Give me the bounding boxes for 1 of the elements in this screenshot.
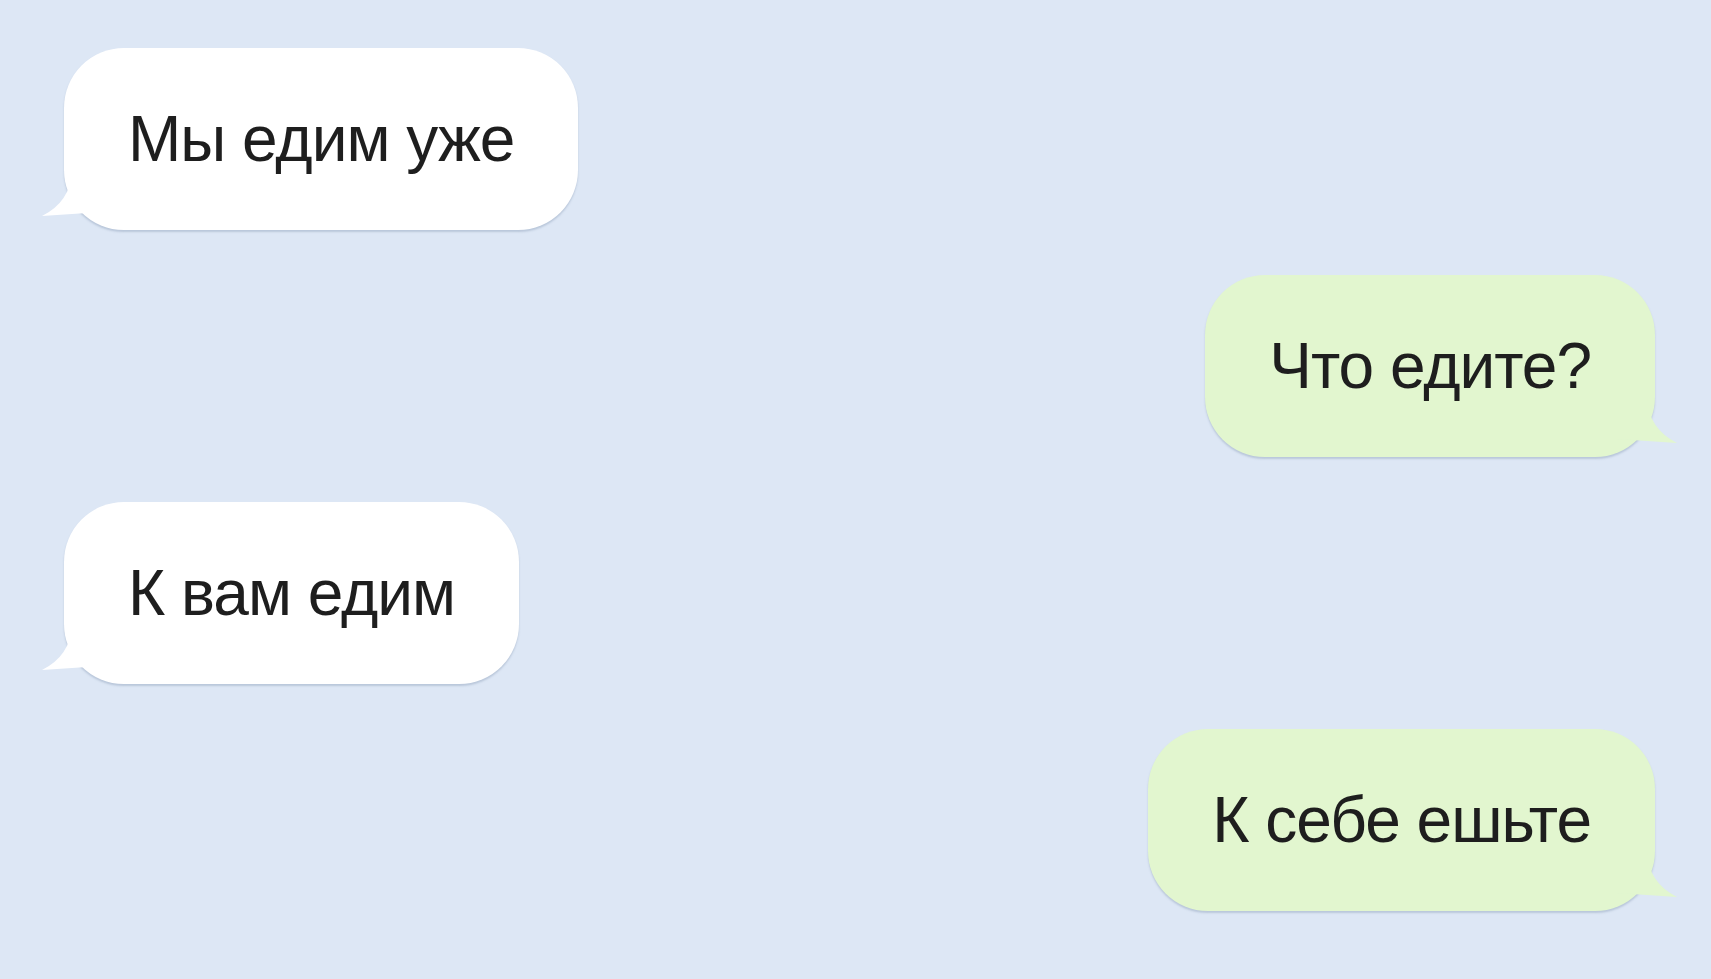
- message-text: К себе ешьте: [1212, 788, 1591, 852]
